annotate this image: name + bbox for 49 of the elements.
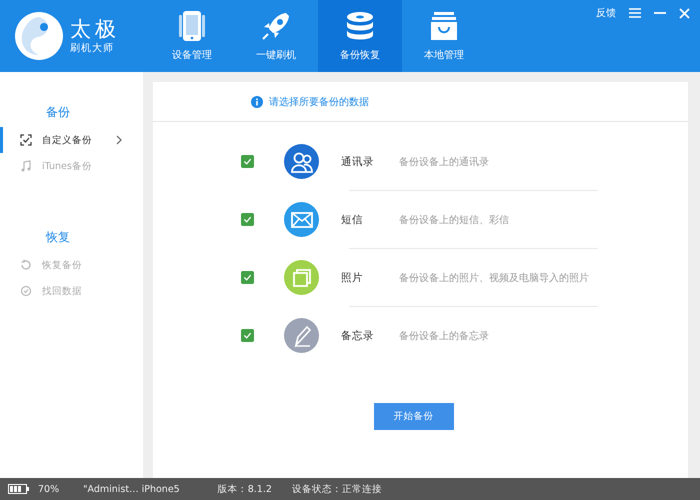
section-title: 恢复 bbox=[44, 229, 71, 246]
nav-tab[interactable]: 一键刷机 bbox=[234, 0, 318, 72]
checkmark-icon bbox=[242, 272, 253, 283]
device-status: 设备状态：正常连接 bbox=[292, 482, 382, 496]
item-description: 备份设备上的照片、视频及电脑导入的照片 bbox=[399, 272, 589, 284]
nav-tab[interactable]: 本地管理 bbox=[402, 0, 486, 72]
checkmark-icon bbox=[242, 214, 253, 225]
menu-icon[interactable] bbox=[629, 8, 641, 18]
app-subtitle: 刷机大师 bbox=[70, 42, 115, 55]
item-name: 备忘录 bbox=[341, 328, 375, 342]
device-name: "Administ… iPhone5 bbox=[83, 484, 180, 494]
checkbox-frame-icon bbox=[20, 134, 32, 146]
info-icon bbox=[251, 96, 263, 108]
battery-icon bbox=[8, 484, 30, 494]
chevron-right-icon bbox=[116, 135, 122, 145]
checkbox[interactable] bbox=[241, 155, 254, 168]
nav-tab[interactable]: 设备管理 bbox=[150, 0, 234, 72]
checkbox[interactable] bbox=[241, 213, 254, 226]
sidebar-item[interactable]: 找回数据 bbox=[0, 278, 143, 304]
rocket-icon bbox=[260, 10, 292, 42]
app-name: 太极 bbox=[70, 17, 120, 41]
checkmark-icon bbox=[242, 156, 253, 167]
hint-text: 请选择所要备份的数据 bbox=[269, 96, 369, 108]
item-name: 通讯录 bbox=[341, 154, 375, 168]
nav-tab[interactable]: 备份恢复 bbox=[318, 0, 402, 72]
refresh-icon bbox=[20, 259, 32, 271]
section-title: 备份 bbox=[45, 104, 71, 121]
database-icon bbox=[344, 10, 376, 42]
checkmark-icon bbox=[242, 330, 253, 341]
logo-icon bbox=[14, 11, 64, 61]
checkbox[interactable] bbox=[241, 329, 254, 342]
phone-icon bbox=[176, 10, 208, 42]
music-note-icon bbox=[20, 160, 32, 172]
sidebar-item[interactable]: 自定义备份 bbox=[0, 127, 143, 153]
item-name: 短信 bbox=[341, 212, 364, 226]
start-backup-button[interactable]: 开始备份 bbox=[374, 403, 454, 430]
box-icon bbox=[428, 10, 460, 42]
feedback-link[interactable]: 反馈 bbox=[596, 6, 616, 20]
close-icon[interactable] bbox=[679, 8, 690, 18]
item-description: 备份设备上的短信、彩信 bbox=[399, 214, 509, 226]
battery-level: 70% bbox=[38, 484, 60, 494]
item-description: 备份设备上的备忘录 bbox=[399, 330, 489, 342]
item-description: 备份设备上的通讯录 bbox=[399, 156, 489, 168]
sidebar-item[interactable]: 恢复备份 bbox=[0, 252, 143, 278]
version-text: 版本：8.1.2 bbox=[218, 482, 272, 496]
check-circle-icon bbox=[20, 285, 32, 297]
checkbox[interactable] bbox=[241, 271, 254, 284]
sidebar-item[interactable]: iTunes备份 bbox=[0, 153, 143, 179]
item-name: 照片 bbox=[341, 270, 364, 284]
